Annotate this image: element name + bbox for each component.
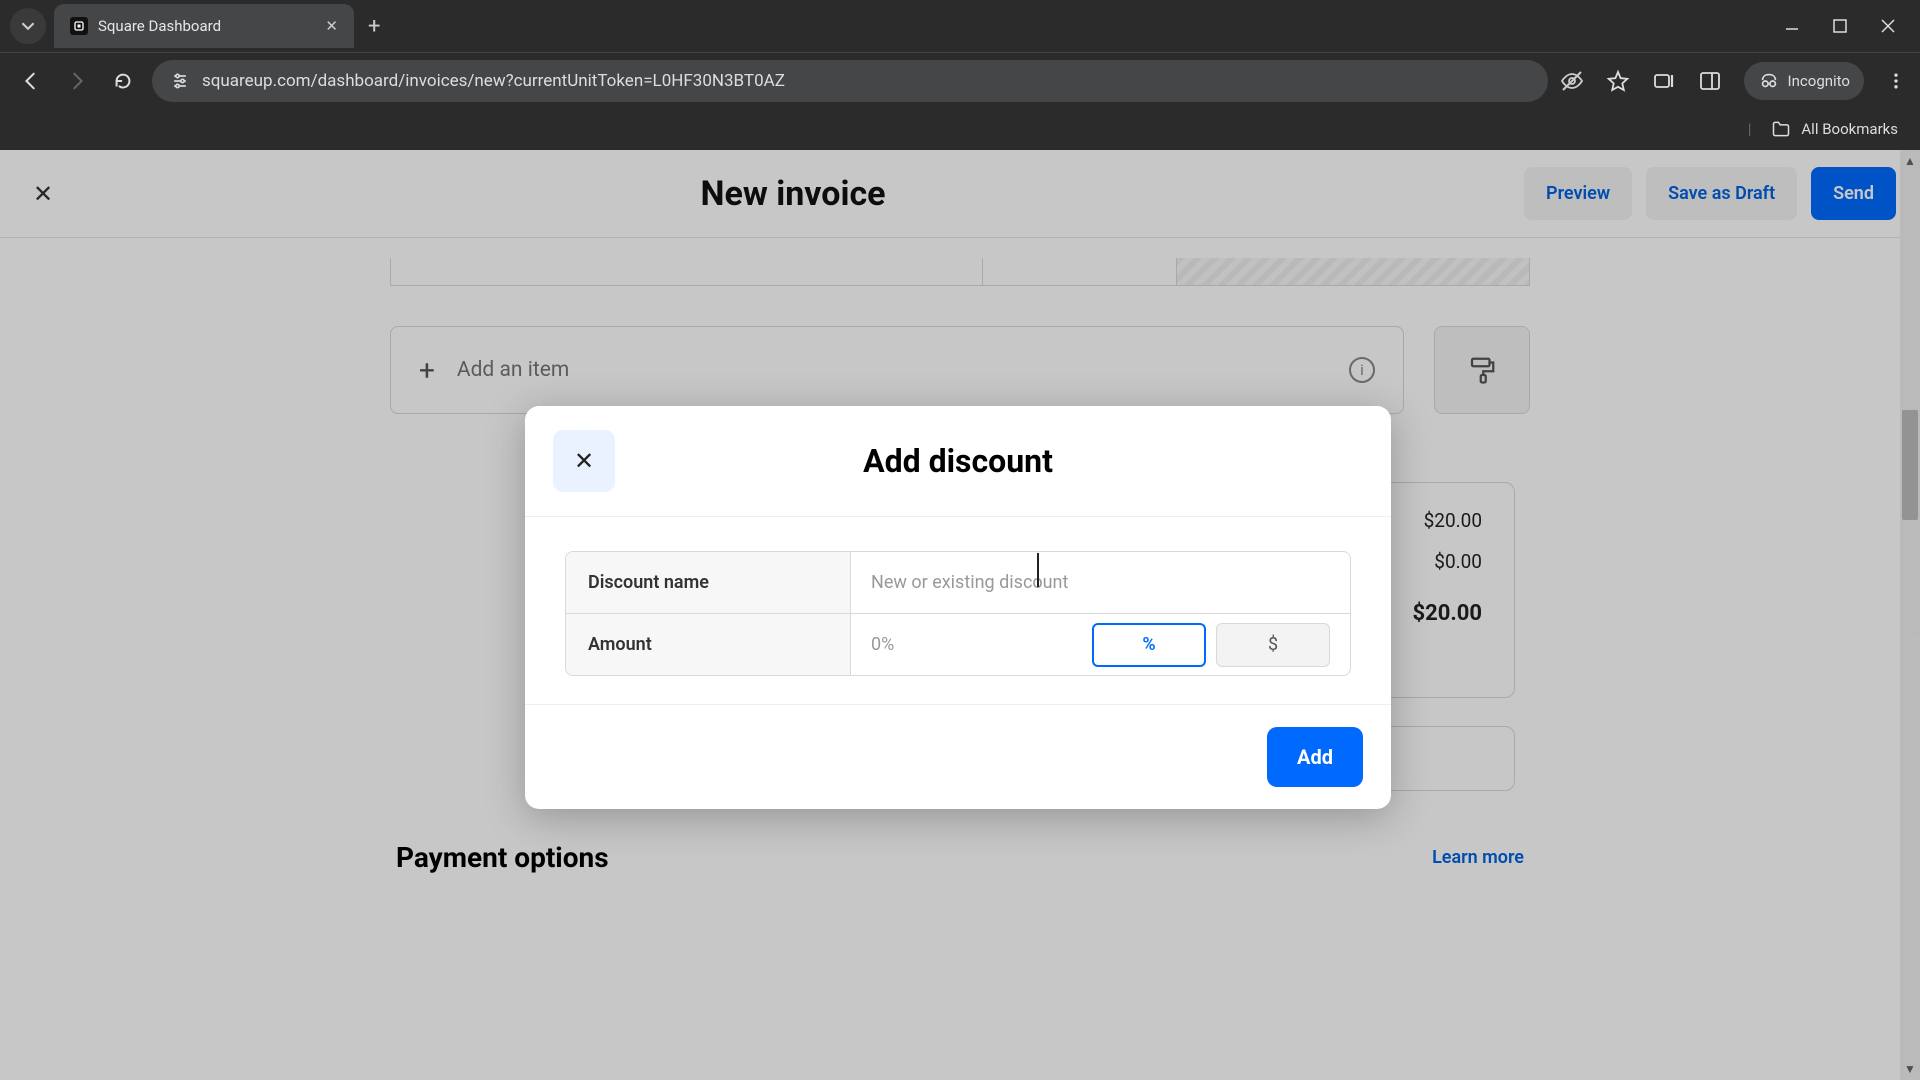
- minimize-button[interactable]: [1784, 18, 1800, 34]
- discount-name-label: Discount name: [566, 552, 851, 613]
- add-discount-button[interactable]: Add: [1267, 727, 1363, 787]
- modal-title: Add discount: [615, 442, 1363, 480]
- address-bar: squareup.com/dashboard/invoices/new?curr…: [0, 52, 1920, 108]
- incognito-icon: [1758, 70, 1780, 92]
- amount-field: % $: [851, 614, 1350, 675]
- incognito-chip[interactable]: Incognito: [1744, 62, 1864, 100]
- reload-button[interactable]: [106, 64, 140, 98]
- all-bookmarks-button[interactable]: All Bookmarks: [1801, 120, 1898, 138]
- bookmark-star-icon[interactable]: [1606, 69, 1630, 93]
- eye-off-icon[interactable]: [1560, 69, 1584, 93]
- side-panel-icon[interactable]: [1698, 69, 1722, 93]
- addr-right: Incognito: [1560, 62, 1906, 100]
- app-viewport: ▲ ▼ ✕ New invoice Preview Save as Draft …: [0, 150, 1920, 1080]
- amount-type-toggle: % $: [1092, 623, 1330, 667]
- browser-chrome: Square Dashboard ✕ +: [0, 0, 1920, 150]
- kebab-menu-icon[interactable]: [1886, 71, 1906, 91]
- incognito-label: Incognito: [1788, 72, 1850, 90]
- amount-label: Amount: [566, 614, 851, 675]
- new-tab-button[interactable]: +: [368, 14, 380, 39]
- amount-row: Amount % $: [566, 614, 1350, 675]
- amount-input[interactable]: [871, 615, 1078, 675]
- url-box[interactable]: squareup.com/dashboard/invoices/new?curr…: [152, 60, 1548, 102]
- discount-name-input[interactable]: [871, 553, 1330, 613]
- modal-footer: Add: [525, 705, 1391, 809]
- percent-toggle[interactable]: %: [1092, 623, 1206, 667]
- window-controls: [1784, 18, 1910, 34]
- discount-form: Discount name Amount % $: [565, 551, 1351, 676]
- add-discount-modal: ✕ Add discount Discount name Amount %: [525, 406, 1391, 809]
- url-text: squareup.com/dashboard/invoices/new?curr…: [202, 71, 785, 91]
- bookmarks-bar: | All Bookmarks: [0, 108, 1920, 150]
- discount-name-field: [851, 552, 1350, 613]
- window-close-button[interactable]: [1880, 18, 1896, 34]
- site-settings-icon[interactable]: [170, 71, 190, 91]
- modal-close-button[interactable]: ✕: [553, 430, 615, 492]
- tab-title: Square Dashboard: [98, 17, 221, 35]
- discount-name-row: Discount name: [566, 552, 1350, 614]
- tab-bar: Square Dashboard ✕ +: [0, 0, 1920, 52]
- back-button[interactable]: [14, 64, 48, 98]
- square-favicon: [70, 17, 88, 35]
- media-control-icon[interactable]: [1652, 69, 1676, 93]
- modal-body: Discount name Amount % $: [525, 517, 1391, 705]
- tab-search-button[interactable]: [10, 8, 46, 44]
- text-cursor-indicator: [1037, 553, 1039, 587]
- bookmarks-divider: |: [1748, 120, 1752, 138]
- folder-icon: [1771, 119, 1791, 139]
- browser-tab[interactable]: Square Dashboard ✕: [54, 4, 354, 48]
- maximize-button[interactable]: [1832, 18, 1848, 34]
- forward-button[interactable]: [60, 64, 94, 98]
- modal-header: ✕ Add discount: [525, 406, 1391, 517]
- dollar-toggle[interactable]: $: [1216, 623, 1330, 667]
- chevron-down-icon: [21, 19, 35, 33]
- tab-close-icon[interactable]: ✕: [325, 17, 338, 35]
